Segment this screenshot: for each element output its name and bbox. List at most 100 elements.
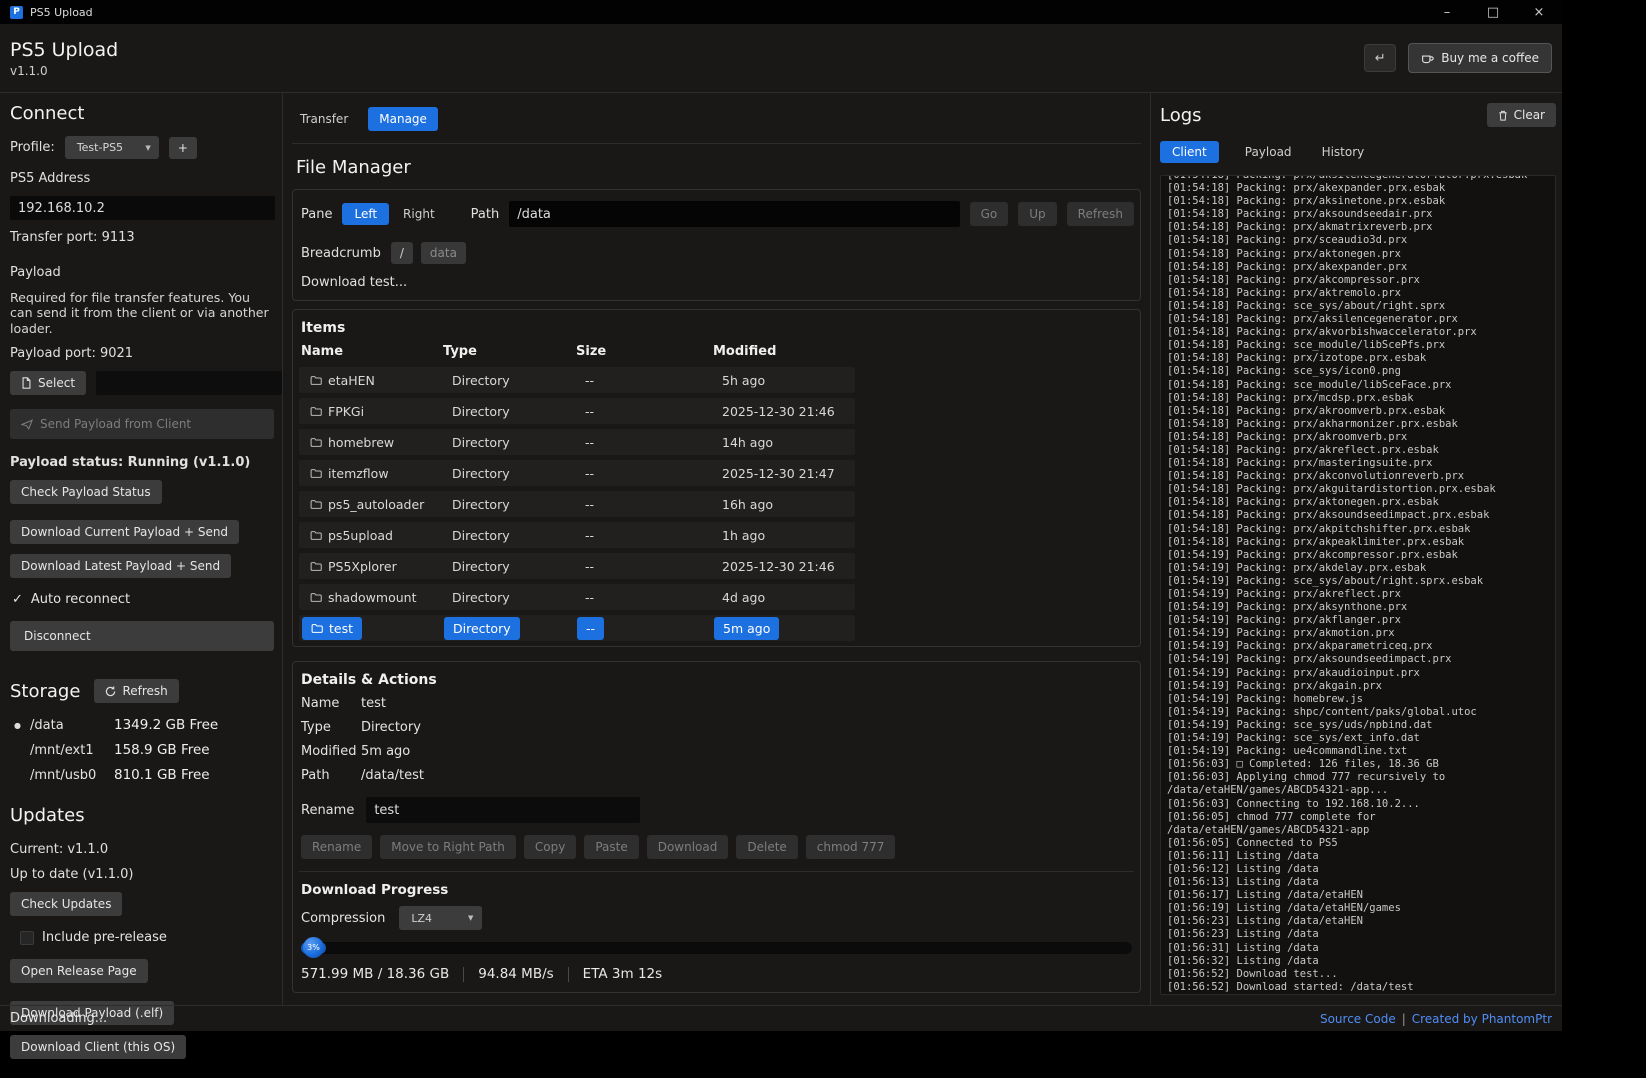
select-payload-button[interactable]: Select: [10, 371, 86, 395]
logs-tab-client[interactable]: Client: [1160, 141, 1219, 163]
refresh-icon: [105, 686, 116, 697]
path-input[interactable]: [509, 201, 959, 227]
compression-select[interactable]: LZ4 ▼: [399, 906, 482, 930]
item-size: --: [585, 497, 594, 512]
item-name: ps5_autoloader: [328, 497, 424, 512]
pane-left-button[interactable]: Left: [342, 203, 389, 225]
sidebar: Connect Profile: Test-PS5 ▼ + PS5 Addres…: [0, 93, 283, 1005]
table-row[interactable]: FPKGi Directory -- 2025-12-30 21:46: [299, 398, 855, 424]
folder-icon: [310, 375, 322, 386]
download-current-payload-button[interactable]: Download Current Payload + Send: [10, 520, 239, 544]
path-label: Path: [471, 207, 500, 222]
breadcrumb-chip[interactable]: /: [391, 242, 413, 264]
action-button[interactable]: chmod 777: [806, 835, 896, 859]
item-size: --: [585, 404, 594, 419]
item-name: itemzflow: [328, 466, 389, 481]
refresh-button[interactable]: Refresh: [1067, 202, 1134, 226]
item-name: test: [329, 621, 353, 636]
action-button[interactable]: Move to Right Path: [380, 835, 516, 859]
auto-reconnect-checkbox[interactable]: ✓ Auto reconnect: [12, 592, 272, 607]
download-client-button[interactable]: Download Client (this OS): [10, 1035, 186, 1059]
buy-coffee-button[interactable]: Buy me a coffee: [1408, 43, 1552, 73]
storage-refresh-button[interactable]: Refresh: [94, 679, 178, 703]
add-profile-button[interactable]: +: [169, 137, 197, 159]
rename-input[interactable]: [366, 797, 640, 823]
download-latest-payload-button[interactable]: Download Latest Payload + Send: [10, 554, 231, 578]
credit-link[interactable]: Created by PhantomPtr: [1412, 1012, 1552, 1026]
open-release-page-button[interactable]: Open Release Page: [10, 959, 148, 983]
pane-right-button[interactable]: Right: [399, 202, 439, 226]
details-panel: Details & Actions Name test Type Directo…: [292, 661, 1141, 993]
item-modified: 5m ago: [723, 621, 770, 636]
detail-value: 5m ago: [361, 744, 1134, 759]
table-row[interactable]: PS5Xplorer Directory -- 2025-12-30 21:46: [299, 553, 855, 579]
source-code-link[interactable]: Source Code: [1320, 1012, 1396, 1026]
item-size: --: [585, 590, 594, 605]
table-row[interactable]: itemzflow Directory -- 2025-12-30 21:47: [299, 460, 855, 486]
table-row[interactable]: shadowmount Directory -- 4d ago: [299, 584, 855, 610]
clear-logs-button[interactable]: Clear: [1487, 103, 1556, 127]
action-button[interactable]: Copy: [524, 835, 576, 859]
coffee-icon: [1421, 52, 1434, 65]
check-payload-status-button[interactable]: Check Payload Status: [10, 480, 162, 504]
progress-stats: 571.99 MB / 18.36 GB 94.84 MB/s ETA 3m 1…: [301, 966, 1132, 982]
payload-file-input[interactable]: [96, 371, 282, 395]
logs-tab-history[interactable]: History: [1318, 140, 1369, 164]
table-row[interactable]: test Directory -- 5m ago: [299, 615, 855, 641]
compression-label: Compression: [301, 911, 385, 926]
profile-select[interactable]: Test-PS5 ▼: [65, 136, 159, 159]
ps5-address-input[interactable]: [10, 196, 275, 220]
chevron-down-icon: ▼: [145, 144, 150, 152]
logs-tab-payload[interactable]: Payload: [1241, 140, 1296, 164]
folder-icon: [310, 530, 322, 541]
include-prerelease-checkbox[interactable]: Include pre-release: [20, 930, 272, 945]
go-button[interactable]: Go: [970, 202, 1009, 226]
table-row[interactable]: homebrew Directory -- 14h ago: [299, 429, 855, 455]
table-row[interactable]: ps5_autoloader Directory -- 16h ago: [299, 491, 855, 517]
minimize-button[interactable]: –: [1424, 0, 1470, 24]
items-panel: Items Name Type Size Modified etaHEN Dir…: [292, 309, 1141, 647]
item-actions: Rename Move to Right Path Copy Paste Downloa…: [301, 835, 1134, 859]
action-button[interactable]: Paste: [584, 835, 638, 859]
item-size: --: [585, 528, 594, 543]
chevron-down-icon: ▼: [468, 914, 473, 922]
item-size: --: [585, 435, 594, 450]
table-row[interactable]: etaHEN Directory -- 5h ago: [299, 367, 855, 393]
stat-separator: [463, 967, 464, 982]
connect-title: Connect: [10, 103, 274, 124]
disconnect-button[interactable]: Disconnect: [10, 621, 274, 651]
return-button[interactable]: ↵: [1364, 44, 1396, 72]
action-button[interactable]: Delete: [736, 835, 797, 859]
detail-label: Name: [301, 696, 361, 711]
stat-value: 571.99 MB / 18.36 GB: [301, 966, 449, 982]
tab-manage[interactable]: Manage: [368, 107, 438, 131]
item-size: --: [585, 373, 594, 388]
action-button[interactable]: Rename: [301, 835, 372, 859]
app-version: v1.1.0: [10, 64, 118, 78]
log-console[interactable]: [01:54:18] Packing: prx/aksilencegenerat…: [1160, 175, 1556, 995]
tab-transfer[interactable]: Transfer: [296, 107, 352, 131]
download-progressbar: 3%: [301, 942, 1132, 954]
maximize-button[interactable]: □: [1470, 0, 1516, 24]
folder-icon: [310, 468, 322, 479]
send-payload-button[interactable]: Send Payload from Client: [10, 409, 274, 439]
check-updates-button[interactable]: Check Updates: [10, 892, 122, 916]
items-rows: etaHEN Directory -- 5h ago FPKGi Directo…: [299, 367, 855, 641]
file-icon: [21, 377, 32, 389]
breadcrumb-chip[interactable]: data: [421, 242, 466, 264]
item-modified: 5h ago: [722, 373, 765, 388]
action-button[interactable]: Download: [647, 835, 729, 859]
up-button[interactable]: Up: [1018, 202, 1056, 226]
item-name: FPKGi: [328, 404, 364, 419]
item-type: Directory: [452, 528, 510, 543]
return-icon: ↵: [1375, 51, 1386, 66]
drive-path: /data: [30, 718, 114, 733]
folder-icon: [310, 561, 322, 572]
table-row[interactable]: ps5upload Directory -- 1h ago: [299, 522, 855, 548]
item-type: Directory: [453, 621, 511, 636]
page-title: PS5 Upload: [10, 39, 118, 61]
item-name: shadowmount: [328, 590, 416, 605]
close-button[interactable]: ×: [1516, 0, 1562, 24]
payload-label: Payload: [10, 265, 274, 280]
status-bar: Downloading... Source Code | Created by …: [0, 1005, 1562, 1031]
